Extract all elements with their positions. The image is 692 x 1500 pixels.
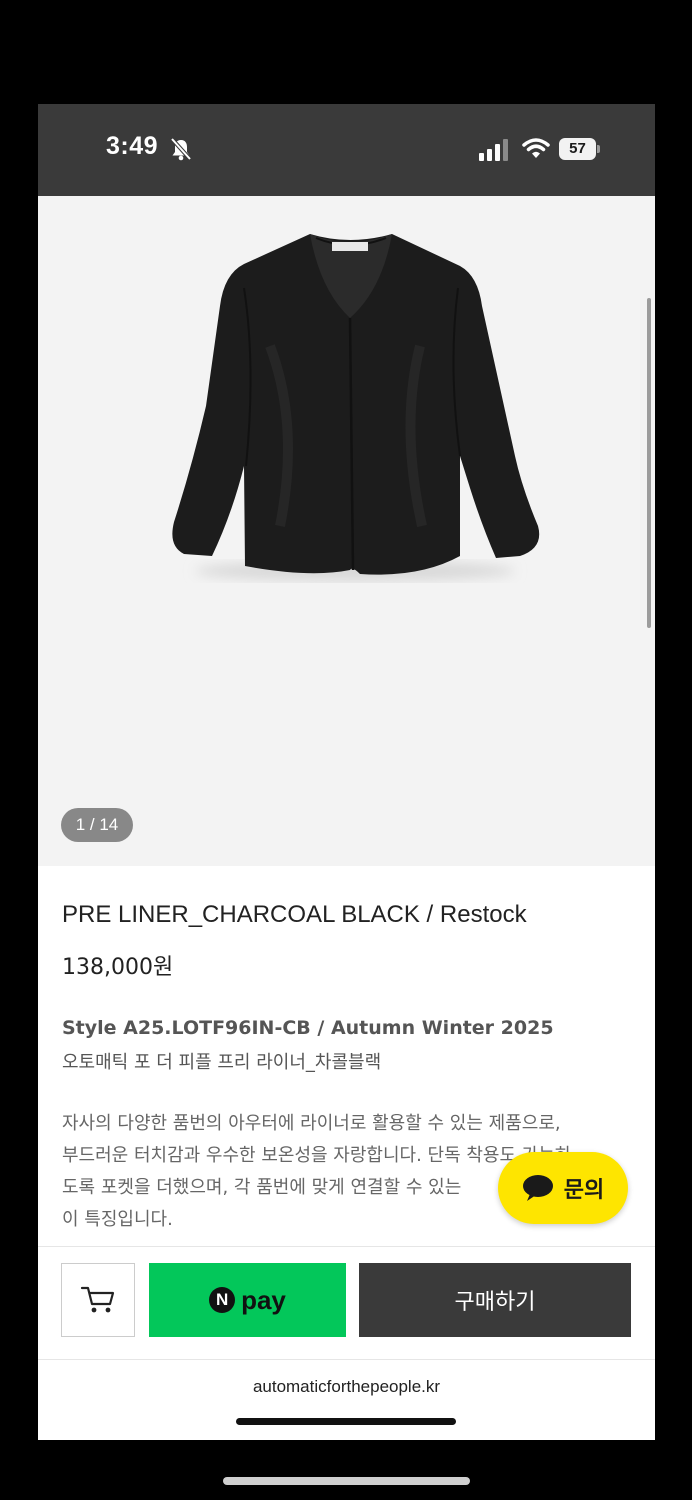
status-bar: 3:49 57	[38, 104, 655, 196]
naver-pay-logo: N	[209, 1287, 236, 1313]
outer-home-indicator	[223, 1477, 470, 1485]
product-title: PRE LINER_CHARCOAL BLACK / Restock	[62, 901, 527, 928]
image-counter: 1 / 14	[61, 808, 133, 842]
bell-muted-icon	[170, 137, 192, 161]
cart-icon	[80, 1286, 115, 1313]
chat-bubble-icon	[522, 1175, 553, 1201]
wifi-icon	[522, 138, 550, 158]
naver-pay-button[interactable]: N pay	[149, 1263, 346, 1337]
battery-tip	[597, 145, 600, 153]
product-image[interactable]	[160, 226, 542, 596]
inquiry-label: 문의	[563, 1178, 605, 1203]
purchase-action-bar: N pay 구매하기	[38, 1246, 655, 1360]
product-image-gallery[interactable]: 1 / 14	[38, 196, 655, 866]
product-style-line: Style A25.LOTF96IN-CB / Autumn Winter 20…	[62, 1017, 554, 1039]
battery-indicator: 57	[559, 138, 601, 160]
buy-button[interactable]: 구매하기	[359, 1263, 631, 1337]
site-url[interactable]: automaticforthepeople.kr	[38, 1377, 655, 1397]
home-indicator[interactable]	[236, 1418, 456, 1425]
product-korean-name: 오토매틱 포 더 피플 프리 라이너_차콜블랙	[62, 1052, 382, 1073]
product-price: 138,000원	[62, 955, 174, 980]
scroll-indicator[interactable]	[647, 298, 651, 628]
cellular-signal-icon	[479, 139, 508, 161]
status-time: 3:49	[106, 132, 159, 160]
inquiry-button[interactable]: 문의	[498, 1152, 628, 1224]
add-to-cart-button[interactable]	[61, 1263, 135, 1337]
battery-level: 57	[559, 138, 596, 160]
naver-pay-label: pay	[241, 1284, 286, 1315]
description-line: 자사의 다양한 품번의 아우터에 라이너로 활용할 수 있는 제품으로,	[62, 1113, 561, 1134]
phone-screen: 3:49 57 1 / 14 PRE LINER_CHARCOAL BLACK …	[38, 104, 655, 1440]
